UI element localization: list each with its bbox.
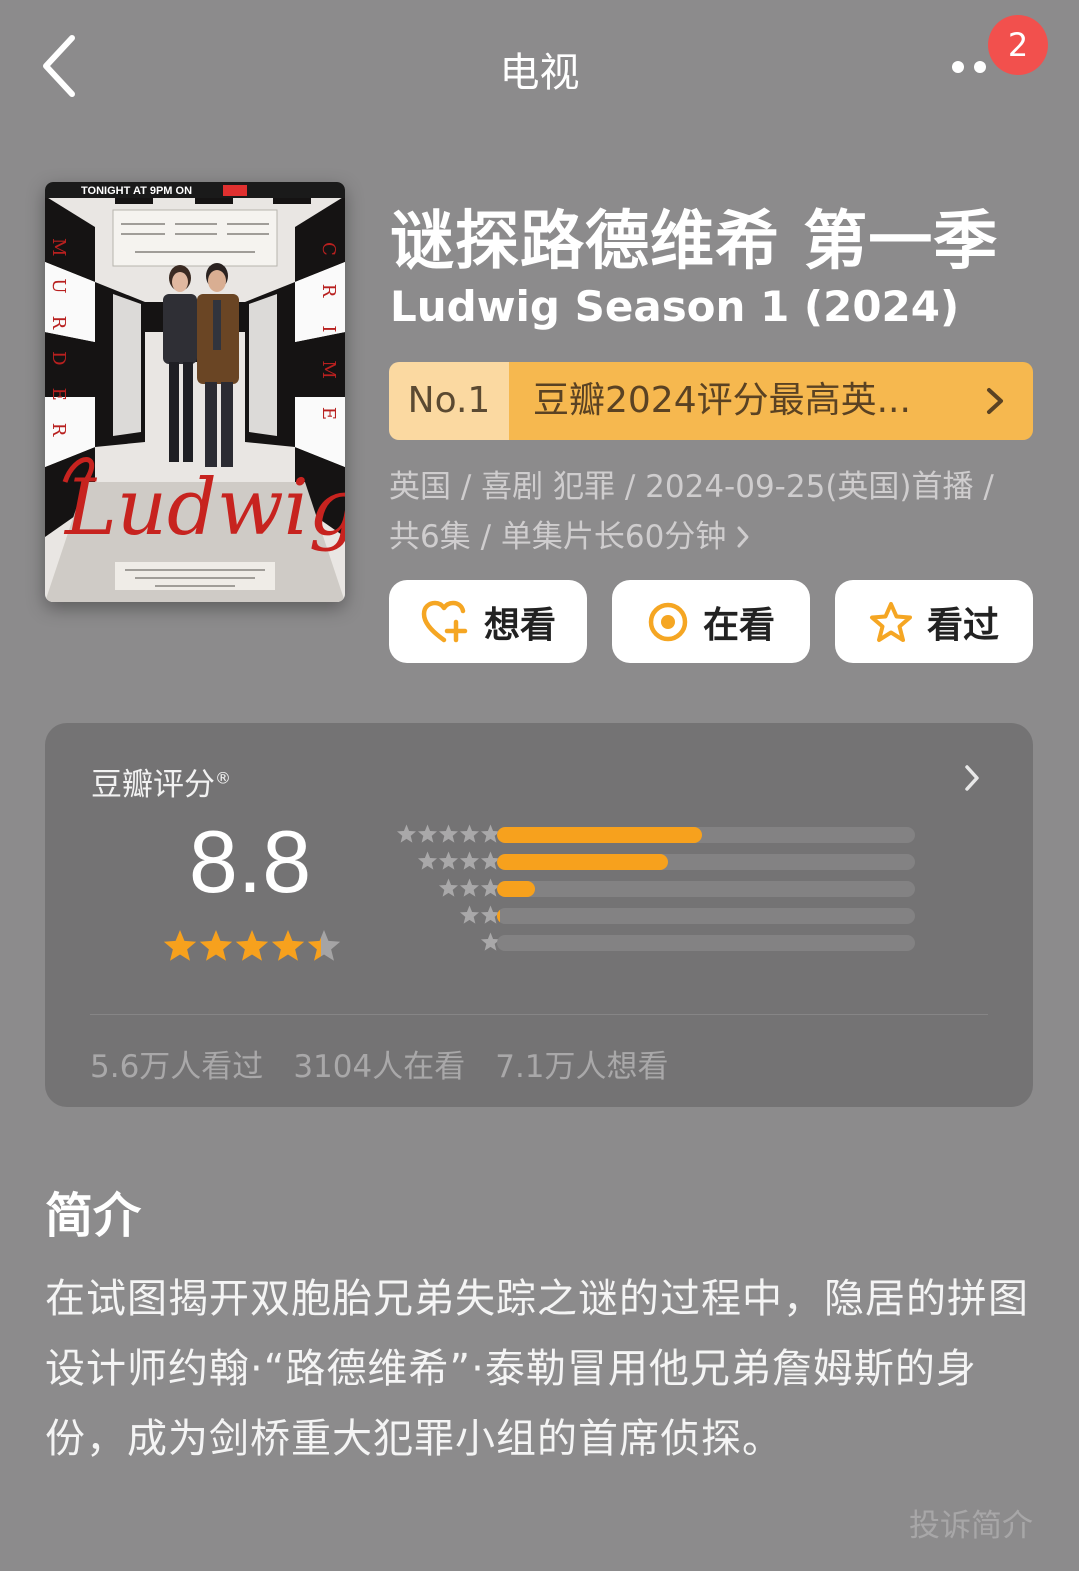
distribution-stars-icon [396, 824, 501, 843]
distribution-bar-fill [497, 827, 702, 843]
chevron-right-icon [737, 526, 749, 548]
show-meta-info[interactable]: 英国 / 喜剧 犯罪 / 2024-09-25(英国)首播 / 共6集 / 单集… [389, 462, 1049, 562]
watching-count: 3104人在看 [293, 1049, 466, 1085]
report-synopsis-link[interactable]: 投诉简介 [909, 1500, 1033, 1545]
distribution-bar-track [497, 935, 915, 951]
rating-label-text: 豆瓣评分 [91, 767, 215, 803]
poster-word-murder: MURDER [48, 238, 69, 458]
watched-count: 5.6万人看过 [90, 1049, 264, 1085]
distribution-bar-fill [497, 881, 535, 897]
registered-mark: ® [215, 768, 231, 788]
want-to-watch-button[interactable]: 想看 [389, 580, 587, 663]
rating-label: 豆瓣评分® [91, 759, 231, 804]
score-star [163, 930, 197, 961]
rating-distribution-row [375, 850, 935, 877]
watching-button[interactable]: 在看 [612, 580, 810, 663]
more-button[interactable] [944, 48, 994, 88]
watched-button[interactable]: 看过 [835, 580, 1033, 663]
score-star [271, 930, 305, 961]
want-to-watch-label: 想看 [483, 604, 556, 646]
audience-counts: 5.6万人看过 3104人在看 7.1万人想看 [90, 1041, 699, 1086]
distribution-stars-icon [417, 851, 501, 870]
rating-distribution-row [375, 877, 935, 904]
rating-distribution-row [375, 904, 935, 931]
header-bar: 电视 2 [0, 0, 1079, 135]
watching-label: 在看 [702, 604, 775, 646]
divider [90, 1014, 988, 1015]
ranking-banner[interactable]: No.1 豆瓣2024评分最高英... [389, 362, 1033, 440]
score-star [307, 930, 341, 961]
distribution-bar-fill [497, 854, 669, 870]
poster-image[interactable]: TONIGHT AT 9PM ON MURDER CRIME Ludwig [45, 182, 345, 602]
rating-distribution-row [375, 823, 935, 850]
meta-line-episodes: 共6集 / 单集片长60分钟 [389, 512, 1049, 562]
rating-distribution [375, 823, 935, 958]
watched-label: 看过 [926, 604, 999, 646]
heart-plus-icon [421, 600, 468, 642]
poster-word-crime: CRIME [318, 242, 339, 448]
score-star [235, 930, 269, 961]
poster-banner-text: TONIGHT AT 9PM ON [81, 185, 192, 197]
show-title-english: Ludwig Season 1 (2024) [390, 282, 960, 331]
distribution-bar-track [497, 854, 915, 870]
meta-episodes-text: 共6集 / 单集片长60分钟 [389, 519, 727, 555]
star-outline-icon [869, 601, 912, 642]
show-title-chinese: 谜探路德维希 第一季 [390, 205, 999, 279]
rank-description: 豆瓣2024评分最高英... [509, 362, 1033, 440]
poster-title-script: Ludwig [63, 463, 345, 553]
distribution-stars-icon [459, 905, 501, 924]
rating-stars-icon [163, 930, 341, 961]
rating-score: 8.8 [188, 812, 312, 911]
rank-number: No.1 [389, 362, 509, 440]
rank-description-text: 豆瓣2024评分最高英... [533, 380, 911, 421]
chevron-right-icon [987, 388, 1003, 414]
rating-distribution-row [375, 931, 935, 958]
poster-artwork: TONIGHT AT 9PM ON MURDER CRIME Ludwig [45, 182, 345, 602]
rating-card[interactable]: 豆瓣评分® 8.8 5.6万人看过 3104人在看 7.1万人想看 [45, 723, 1033, 1107]
meta-line-country-genre-date: 英国 / 喜剧 犯罪 / 2024-09-25(英国)首播 / [389, 469, 994, 505]
page-title: 电视 [499, 50, 580, 96]
distribution-stars-icon [438, 878, 501, 897]
chevron-right-icon [965, 765, 979, 791]
target-circle-icon [648, 602, 688, 641]
distribution-bar-track [497, 827, 915, 843]
distribution-bar-track [497, 908, 915, 924]
more-dots-icon-dot [974, 61, 986, 73]
score-star [199, 930, 233, 961]
more-dots-icon [952, 61, 964, 73]
notification-badge[interactable]: 2 [988, 15, 1048, 75]
synopsis-text: 在试图揭开双胞胎兄弟失踪之谜的过程中，隐居的拼图设计师约翰·“路德维希”·泰勒冒… [45, 1276, 1029, 1462]
want-count: 7.1万人想看 [495, 1049, 669, 1085]
synopsis-heading: 简介 [45, 1188, 142, 1244]
distribution-bar-track [497, 881, 915, 897]
